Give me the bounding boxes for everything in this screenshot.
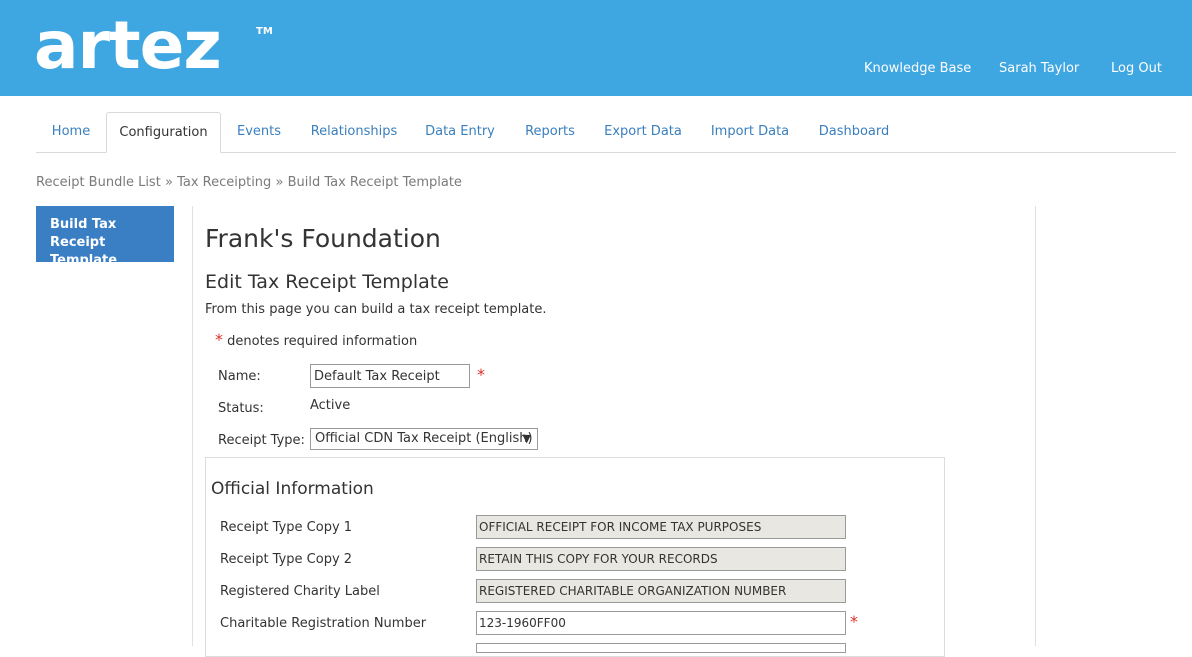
required-note-text: denotes required information <box>227 334 418 349</box>
dropdown-arrow-icon: ▼ <box>522 432 531 445</box>
breadcrumb-tax-receipting[interactable]: Tax Receipting <box>177 175 271 190</box>
receipt-type-copy-1-label: Receipt Type Copy 1 <box>220 520 353 535</box>
page-intro: From this page you can build a tax recei… <box>205 302 547 317</box>
tab-events[interactable]: Events <box>226 112 292 152</box>
status-value: Active <box>310 398 351 413</box>
receipt-type-copy-2-field[interactable] <box>476 547 846 571</box>
charitable-registration-number-field[interactable] <box>476 611 846 635</box>
name-required-star-icon: * <box>477 365 485 384</box>
knowledge-base-link[interactable]: Knowledge Base <box>864 61 971 76</box>
name-input[interactable] <box>310 364 470 388</box>
logout-link[interactable]: Log Out <box>1111 61 1162 76</box>
tab-data-entry[interactable]: Data Entry <box>420 112 500 152</box>
receipt-type-copy-2-label: Receipt Type Copy 2 <box>220 552 353 567</box>
name-label: Name: <box>218 369 261 384</box>
organization-title: Frank's Foundation <box>205 224 441 253</box>
top-header: artez TM Knowledge Base Sarah Taylor Log… <box>0 0 1192 96</box>
artez-logo[interactable]: artez TM <box>34 14 274 86</box>
user-name-link[interactable]: Sarah Taylor <box>999 61 1079 76</box>
required-star-icon: * <box>215 330 223 349</box>
tab-export-data[interactable]: Export Data <box>600 112 686 152</box>
page-heading: Edit Tax Receipt Template <box>205 271 449 293</box>
tab-relationships[interactable]: Relationships <box>304 112 404 152</box>
charitable-registration-number-label: Charitable Registration Number <box>220 616 427 631</box>
receipt-type-selected: Official CDN Tax Receipt (English) <box>315 431 533 446</box>
tab-reports[interactable]: Reports <box>518 112 582 152</box>
tab-configuration[interactable]: Configuration <box>106 112 221 153</box>
content-divider-right <box>1035 206 1036 646</box>
breadcrumb-current: Build Tax Receipt Template <box>287 175 462 190</box>
breadcrumb-receipt-bundle-list[interactable]: Receipt Bundle List <box>36 175 161 190</box>
registered-charity-label-label: Registered Charity Label <box>220 584 380 599</box>
breadcrumb-separator: » <box>275 175 284 190</box>
main-nav-tabs: Home Configuration Events Relationships … <box>36 112 1176 153</box>
tab-dashboard[interactable]: Dashboard <box>813 112 895 152</box>
official-information-title: Official Information <box>211 479 374 499</box>
side-nav-build-tax-receipt-template[interactable]: Build Tax Receipt Template <box>36 206 174 268</box>
registered-charity-label-field[interactable] <box>476 579 846 603</box>
breadcrumb-separator: » <box>164 175 173 190</box>
receipt-type-copy-1-field[interactable] <box>476 515 846 539</box>
tab-home[interactable]: Home <box>36 112 106 152</box>
tab-import-data[interactable]: Import Data <box>706 112 794 152</box>
breadcrumb: Receipt Bundle List » Tax Receipting » B… <box>36 175 462 190</box>
status-label: Status: <box>218 401 264 416</box>
content-divider-left <box>192 206 193 646</box>
logo-text: artez <box>34 14 221 84</box>
trademark-mark: TM <box>256 26 273 37</box>
registration-required-star-icon: * <box>850 612 858 631</box>
receipt-type-select[interactable]: Official CDN Tax Receipt (English) ▼ <box>310 428 538 450</box>
receipt-type-label: Receipt Type: <box>218 433 305 448</box>
required-note: * denotes required information <box>215 330 417 349</box>
